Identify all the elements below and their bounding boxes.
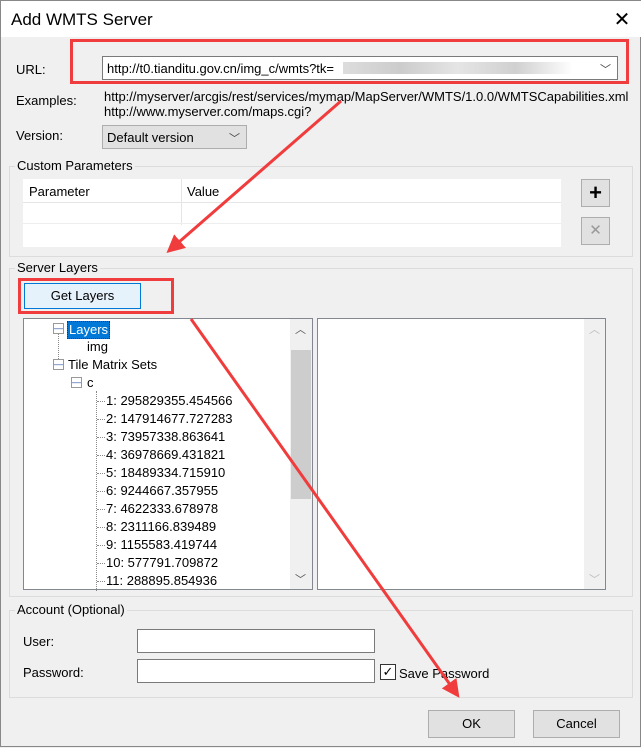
annotation-arrows <box>166 99 460 698</box>
annotation-arrow <box>189 318 460 698</box>
annotation-arrow <box>166 99 342 253</box>
